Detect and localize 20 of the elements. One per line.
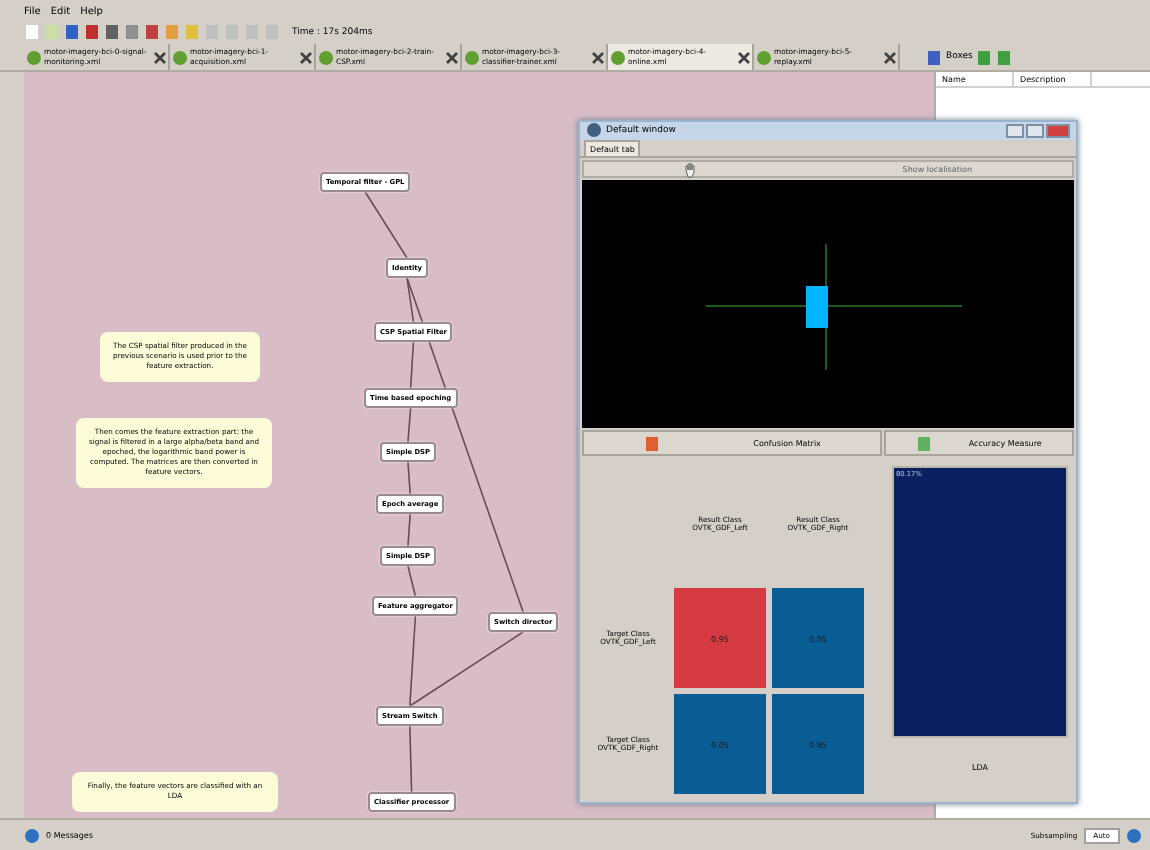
close-icon[interactable] bbox=[884, 51, 896, 63]
scenario-icon[interactable] bbox=[318, 49, 334, 65]
boxes-icon[interactable] bbox=[926, 49, 942, 65]
hand-icon bbox=[684, 161, 698, 177]
scenario-icon[interactable] bbox=[26, 49, 42, 65]
close-button[interactable] bbox=[1046, 123, 1070, 138]
close-icon[interactable] bbox=[154, 51, 166, 63]
link-line bbox=[409, 725, 413, 793]
app-icon[interactable] bbox=[586, 122, 602, 139]
scenario-icon[interactable] bbox=[610, 49, 626, 65]
close-icon[interactable] bbox=[592, 51, 604, 63]
close-icon[interactable] bbox=[738, 51, 750, 63]
close-icon[interactable] bbox=[300, 51, 312, 63]
scenario-icon[interactable] bbox=[464, 49, 480, 65]
maximize-button[interactable] bbox=[1026, 123, 1044, 138]
minimize-button[interactable] bbox=[1006, 123, 1024, 138]
scenario-icon[interactable] bbox=[756, 49, 772, 65]
close-icon[interactable] bbox=[446, 51, 458, 63]
scenario-icon[interactable] bbox=[172, 49, 188, 65]
link-line bbox=[364, 191, 408, 259]
